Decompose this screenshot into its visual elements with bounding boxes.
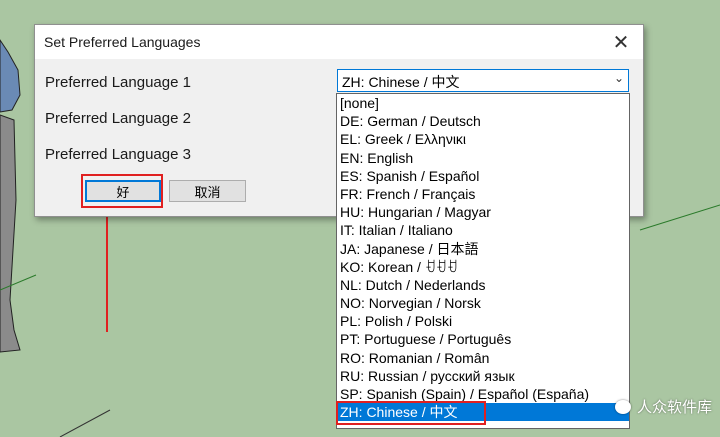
- dropdown-option[interactable]: IT: Italian / Italiano: [337, 221, 629, 239]
- red-arrow-up: [101, 198, 113, 332]
- preferred-language-1-combobox[interactable]: ZH: Chinese / 中文 ⌄: [337, 69, 629, 92]
- dropdown-option[interactable]: NL: Dutch / Nederlands: [337, 276, 629, 294]
- dropdown-option[interactable]: [none]: [337, 94, 629, 112]
- dialog-title: Set Preferred Languages: [44, 34, 201, 50]
- watermark-text: 人众软件库: [636, 398, 712, 416]
- dropdown-option[interactable]: ES: Spanish / Español: [337, 167, 629, 185]
- dialog-titlebar: Set Preferred Languages ✕: [35, 25, 643, 59]
- dropdown-option[interactable]: EL: Greek / Ελληνικι: [337, 130, 629, 148]
- dropdown-option[interactable]: RU: Russian / русский язык: [337, 367, 629, 385]
- combobox-value: ZH: Chinese / 中文: [342, 74, 460, 90]
- watermark: 人众软件库: [614, 396, 712, 417]
- dropdown-option[interactable]: JA: Japanese / 日本語: [337, 240, 629, 258]
- figure-silhouette: [0, 39, 21, 353]
- dropdown-option[interactable]: DE: German / Deutsch: [337, 112, 629, 130]
- scene-line: [639, 204, 720, 231]
- cancel-button[interactable]: 取消: [169, 180, 246, 202]
- dropdown-option[interactable]: PT: Portuguese / Português: [337, 330, 629, 348]
- language-dropdown-list[interactable]: [none] DE: German / Deutsch EL: Greek / Ελ…: [336, 93, 630, 429]
- dropdown-option[interactable]: EN: English: [337, 149, 629, 167]
- dropdown-option[interactable]: HU: Hungarian / Magyar: [337, 203, 629, 221]
- dropdown-option[interactable]: NO: Norvegian / Norsk: [337, 294, 629, 312]
- close-icon[interactable]: ✕: [599, 25, 643, 59]
- dropdown-option[interactable]: RO: Romanian / Român: [337, 349, 629, 367]
- preferred-language-2-label: Preferred Language 2: [45, 110, 191, 127]
- dropdown-option[interactable]: KO: Korean / ꀀꀀꀀ: [337, 258, 629, 276]
- chevron-down-icon[interactable]: ⌄: [614, 71, 624, 85]
- preferred-language-3-label: Preferred Language 3: [45, 146, 191, 163]
- scene-line: [59, 409, 111, 437]
- ok-highlight-box: [81, 174, 163, 208]
- selected-option-highlight-box: [336, 401, 486, 425]
- dropdown-option[interactable]: FR: French / Français: [337, 185, 629, 203]
- wechat-icon: [614, 399, 631, 414]
- dropdown-option[interactable]: PL: Polish / Polski: [337, 312, 629, 330]
- preferred-language-1-label: Preferred Language 1: [45, 74, 191, 91]
